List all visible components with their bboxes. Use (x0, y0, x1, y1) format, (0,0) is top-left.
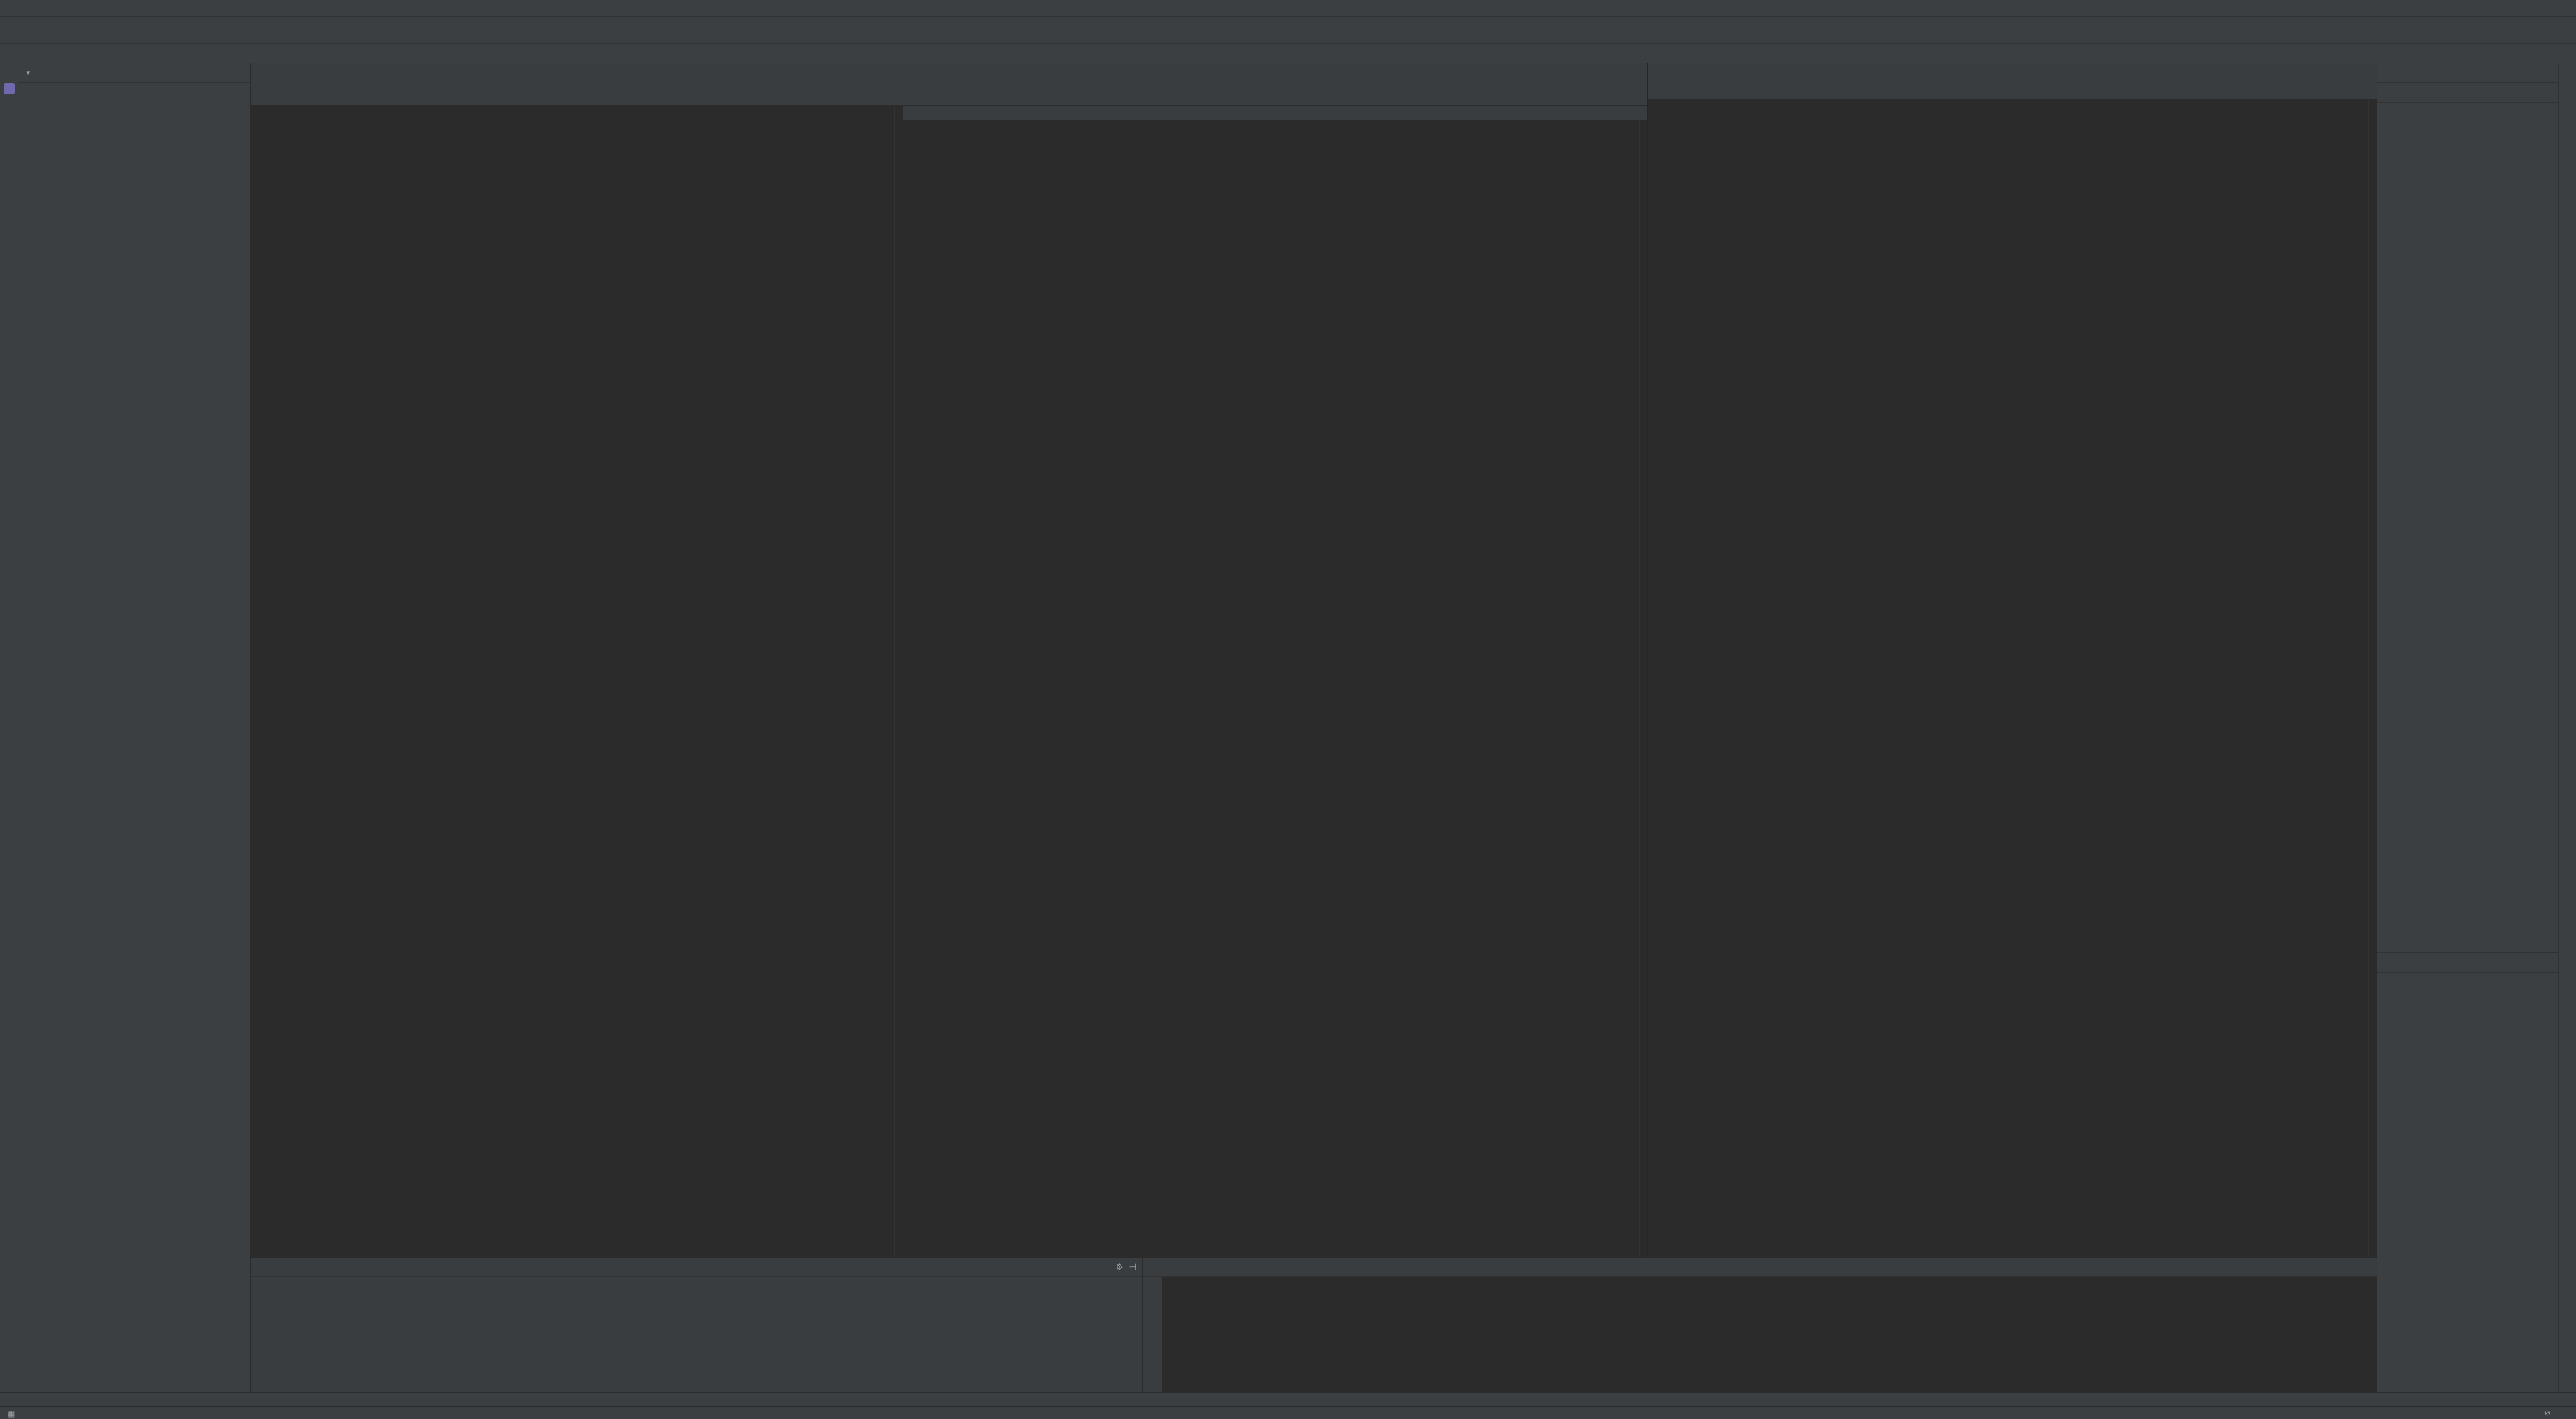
error-stripe[interactable] (1639, 121, 1647, 1257)
context-info-row (903, 106, 1647, 121)
code-editor-appjs[interactable] (251, 106, 894, 1257)
phpstorm-icon (4, 83, 15, 94)
hide-icon[interactable]: ⊣ (1129, 1262, 1136, 1272)
code-editor-mapmodel[interactable] (1648, 100, 2368, 1257)
status-bar: ▦ ⊘ (0, 1406, 2576, 1419)
left-toolwindow-strip (0, 63, 18, 1392)
lock-icon[interactable]: ⊘ (2544, 1408, 2551, 1418)
editor-breadcrumb-row (1648, 84, 2377, 100)
main-toolbar (0, 17, 2576, 44)
toolwindow-bar (0, 1392, 2576, 1406)
error-stripe[interactable] (894, 106, 903, 1257)
terminal-panel (1143, 1258, 2377, 1392)
settings-icon[interactable]: ⚙ (1116, 1262, 1124, 1272)
chevron-down-icon[interactable]: ▼ (25, 70, 31, 76)
error-stripe[interactable] (2368, 100, 2377, 1257)
editor-pane-middle (903, 63, 1647, 1257)
project-panel: ▼ (18, 63, 251, 1392)
right-toolwindow-strip (2558, 63, 2576, 1392)
todo-panel: ⚙⊣ (251, 1258, 1143, 1392)
database-panel (2377, 933, 2558, 1392)
code-editor-mapscss[interactable] (903, 121, 1639, 1257)
editor-pane-right (1647, 63, 2377, 1257)
menu-bar (0, 0, 2576, 17)
project-tree (18, 83, 250, 1392)
editor-pane-left (251, 63, 903, 1257)
toolwindow-toggle-icon[interactable]: ▦ (7, 1408, 15, 1418)
terminal-output[interactable] (1162, 1277, 1176, 1392)
structure-panel (2377, 63, 2558, 933)
breadcrumb (0, 44, 2576, 63)
